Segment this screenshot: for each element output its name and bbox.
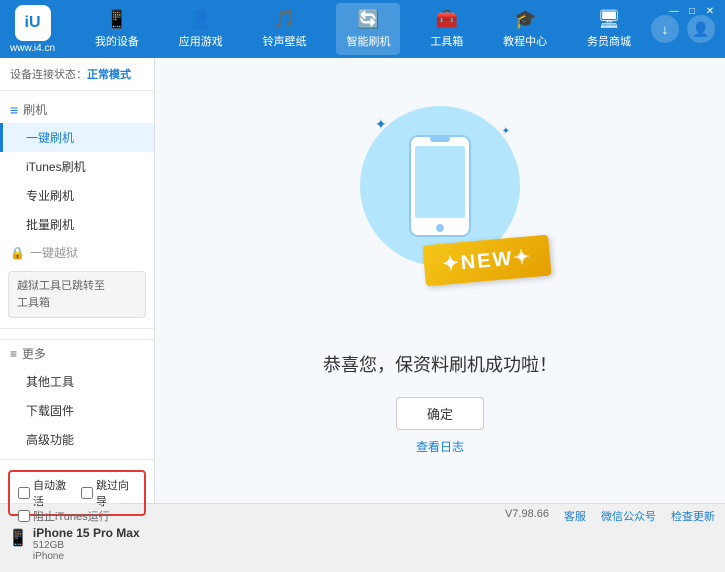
auto-activate-input[interactable] [18,487,30,499]
nav-service-label: 务员商城 [587,33,631,49]
more-section: ≡ 更多 其他工具 下载固件 高级功能 [0,328,154,459]
minimize-button[interactable]: — [667,4,681,18]
status-bar: 设备连接状态：正常模式 [0,58,154,91]
new-badge-text: ✦NEW✦ [441,246,533,276]
top-navbar: iU www.i4.cn 📱 我的设备 👤 应用游戏 🎵 铃声壁纸 🔄 智能刷机… [0,0,725,58]
nav-app-games-label: 应用游戏 [179,33,223,49]
logo-icon: iU [15,5,51,41]
lock-icon: 🔒 [10,246,25,260]
sidebar-info-box: 越狱工具已跳转至工具箱 [8,271,146,318]
more-icon: ≡ [10,347,17,361]
customer-service-link[interactable]: 客服 [564,508,586,524]
nav-my-device-label: 我的设备 [95,33,139,49]
more-label: 更多 [22,345,46,362]
confirm-button[interactable]: 确定 [396,397,484,430]
top-right-actions: ↓ 👤 [651,15,715,43]
tutorial-icon: 🎓 [514,9,536,30]
batch-label: 批量刷机 [26,218,74,232]
nav-service[interactable]: 🖥 务员商城 [577,3,641,55]
close-button[interactable]: ✕ [703,4,717,18]
skip-guide-input[interactable] [81,487,93,499]
pro-label: 专业刷机 [26,189,74,203]
nav-tutorial-label: 教程中心 [503,33,547,49]
flash-section: ≡ 刷机 一键刷机 iTunes刷机 专业刷机 批量刷机 🔒 一键越狱 [0,91,154,328]
bottom-bar: 阻止iTunes运行 V7.98.66 客服 微信公众号 检查更新 [0,503,725,527]
nav-my-device[interactable]: 📱 我的设备 [85,3,149,55]
toolbox-icon: 🧰 [436,9,458,30]
nav-ringtone[interactable]: 🎵 铃声壁纸 [253,3,317,55]
download-icon[interactable]: ↓ [651,15,679,43]
sidebar: 设备连接状态：正常模式 ≡ 刷机 一键刷机 iTunes刷机 专业刷机 批量刷机 [0,58,155,503]
phone-display: ✦ ✦ ✦NEW✦ [360,106,520,266]
window-controls: — □ ✕ [667,4,717,18]
my-device-icon: 📱 [106,9,128,30]
sidebar-item-one-click[interactable]: 一键刷机 [0,123,154,152]
nav-smart-flash[interactable]: 🔄 智能刷机 [336,3,400,55]
nav-toolbox-label: 工具箱 [430,33,463,49]
device-info: iPhone 15 Pro Max 512GB iPhone [33,526,140,562]
ringtone-icon: 🎵 [273,9,295,30]
sidebar-item-pro[interactable]: 专业刷机 [0,181,154,210]
nav-toolbox[interactable]: 🧰 工具箱 [420,3,473,55]
stop-itunes-checkbox[interactable] [18,510,30,522]
version-label: V7.98.66 [505,508,549,524]
user-icon[interactable]: 👤 [687,15,715,43]
check-update-link[interactable]: 检查更新 [671,508,715,524]
success-image: ✦ ✦ ✦NEW✦ [360,106,520,266]
logo: iU www.i4.cn [10,5,55,54]
device-name: iPhone 15 Pro Max [33,526,140,540]
advanced-label: 高级功能 [26,433,74,447]
content-area: ✦ ✦ ✦NEW✦ [155,58,725,503]
download-firmware-label: 下载固件 [26,404,74,418]
nav-smart-flash-label: 智能刷机 [346,33,390,49]
sidebar-item-batch[interactable]: 批量刷机 [0,210,154,239]
success-section: 恭喜您，保资料刷机成功啦！ 确定 查看日志 [323,321,557,455]
nav-items: 📱 我的设备 👤 应用游戏 🎵 铃声壁纸 🔄 智能刷机 🧰 工具箱 🎓 [75,3,651,55]
sparkle-2: ✦ [502,126,510,137]
one-click-label: 一键刷机 [26,131,74,145]
view-log-link[interactable]: 查看日志 [416,440,464,454]
status-value: 正常模式 [87,69,131,81]
wechat-link[interactable]: 微信公众号 [601,508,656,524]
nav-app-games[interactable]: 👤 应用游戏 [169,3,233,55]
service-icon: 🖥 [598,9,621,30]
flash-section-label: 刷机 [23,101,47,118]
flash-section-icon: ≡ [10,102,18,118]
sidebar-disabled-jailbreak: 🔒 一键越狱 [0,239,154,266]
success-message: 恭喜您，保资料刷机成功啦！ [323,351,557,377]
sidebar-item-itunes[interactable]: iTunes刷机 [0,152,154,181]
other-tools-label: 其他工具 [26,375,74,389]
flash-section-header: ≡ 刷机 [0,96,154,123]
info-text: 越狱工具已跳转至工具箱 [17,280,105,309]
main-area: 设备连接状态：正常模式 ≡ 刷机 一键刷机 iTunes刷机 专业刷机 批量刷机 [0,58,725,503]
status-label: 设备连接状态： [10,69,87,81]
phone-svg [405,131,475,241]
device-type: iPhone [33,551,140,562]
device-phone-icon: 📱 [8,528,28,548]
sparkle-1: ✦ [375,116,387,133]
disabled-label: 一键越狱 [30,244,78,261]
sidebar-item-download-firmware[interactable]: 下载固件 [0,396,154,425]
sidebar-item-advanced[interactable]: 高级功能 [0,425,154,454]
logo-text: www.i4.cn [10,43,55,54]
nav-ringtone-label: 铃声壁纸 [263,33,307,49]
maximize-button[interactable]: □ [685,4,699,18]
smart-flash-icon: 🔄 [357,9,379,30]
app-games-icon: 👤 [190,9,212,30]
stop-itunes-row: 阻止iTunes运行 [10,503,118,528]
bottom-right: V7.98.66 客服 微信公众号 检查更新 [505,508,715,524]
itunes-label: iTunes刷机 [26,160,86,174]
nav-tutorial[interactable]: 🎓 教程中心 [493,3,557,55]
sidebar-item-other-tools[interactable]: 其他工具 [0,367,154,396]
device-storage: 512GB [33,540,140,551]
more-section-header: ≡ 更多 [0,339,154,367]
stop-itunes-label: 阻止iTunes运行 [33,508,110,524]
